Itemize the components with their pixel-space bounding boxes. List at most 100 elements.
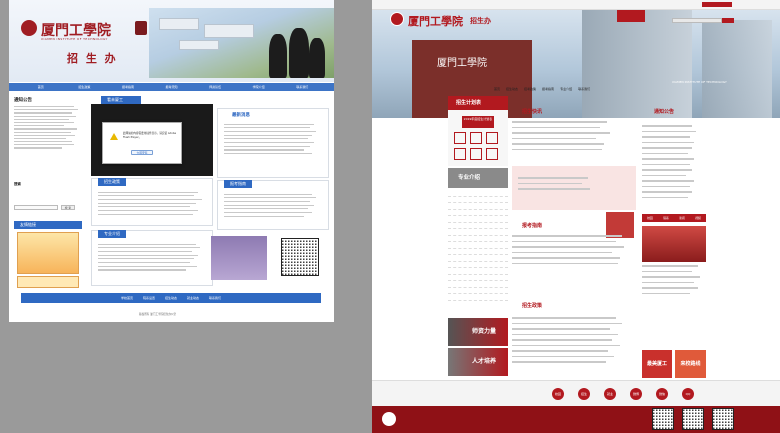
list-item[interactable] (14, 134, 75, 136)
list-item[interactable] (224, 141, 314, 144)
old-promo-banner[interactable] (17, 232, 79, 274)
old-guide-tab[interactable]: 报考指南 (224, 180, 252, 188)
list-item[interactable] (14, 121, 74, 124)
list-item[interactable] (224, 127, 310, 129)
list-item[interactable] (98, 202, 196, 204)
list-item[interactable] (224, 149, 304, 151)
old-nav-item[interactable]: 师资队伍 (193, 83, 237, 91)
old-footer-link[interactable]: 学校首页 (121, 294, 133, 303)
list-item[interactable] (98, 254, 198, 256)
old-footer-link[interactable]: 联系我们 (209, 294, 221, 303)
new-nav-item[interactable]: 联系我们 (576, 86, 592, 93)
list-item[interactable] (642, 275, 706, 281)
new-nav-item[interactable]: 报考指南 (540, 86, 556, 93)
list-item[interactable] (98, 269, 186, 271)
list-item[interactable] (512, 256, 636, 262)
qq-icon[interactable]: QQ (682, 388, 694, 400)
admission-icon[interactable]: 招生 (578, 388, 590, 400)
list-item[interactable] (512, 262, 636, 268)
top-bar-button[interactable] (702, 2, 732, 7)
plan-icon[interactable] (486, 132, 498, 144)
old-policy-tab[interactable]: 招生政策 (98, 178, 126, 186)
plan-icon[interactable] (486, 148, 498, 160)
weibo-icon[interactable]: 微博 (630, 388, 642, 400)
list-item[interactable] (98, 258, 194, 260)
old-footer-link[interactable]: 院系设置 (143, 294, 155, 303)
list-item[interactable] (642, 286, 706, 292)
list-item[interactable] (14, 109, 78, 111)
list-item[interactable] (14, 128, 77, 130)
list-item[interactable] (14, 131, 71, 133)
old-nav-item[interactable]: 报考指南 (106, 83, 150, 91)
list-item[interactable] (224, 197, 316, 199)
list-item[interactable] (14, 118, 69, 120)
list-item[interactable] (642, 264, 706, 270)
list-item[interactable] (98, 191, 198, 193)
faculty-card[interactable]: 师资力量 (448, 318, 508, 346)
promo-card-route[interactable]: 来校路线 (675, 350, 706, 378)
old-major-tab[interactable]: 专业介绍 (98, 230, 126, 238)
list-item[interactable] (224, 204, 314, 206)
list-item[interactable] (224, 211, 312, 214)
plan-icon[interactable] (470, 148, 482, 160)
list-item[interactable] (518, 187, 628, 193)
list-item[interactable] (224, 208, 308, 210)
employment-icon[interactable]: 就业 (604, 388, 616, 400)
list-item[interactable] (224, 193, 312, 195)
right-tab[interactable]: 校园 (642, 214, 658, 222)
list-item[interactable] (224, 200, 310, 203)
list-item[interactable] (14, 112, 72, 114)
old-search-button[interactable]: 搜 索 (61, 205, 75, 210)
list-item[interactable] (224, 134, 312, 136)
list-item[interactable] (98, 250, 192, 253)
promo-card-campus[interactable]: 最美厦工 (642, 350, 672, 378)
old-nav-item[interactable]: 招生政策 (63, 83, 107, 91)
new-nav-item[interactable]: 招生动态 (504, 86, 520, 93)
list-item[interactable] (512, 234, 636, 240)
old-campus-tab[interactable]: 看未厦工 (101, 96, 141, 104)
old-nav-item[interactable]: 联系我们 (280, 83, 324, 91)
list-item[interactable] (224, 138, 308, 140)
list-item[interactable] (98, 195, 194, 197)
old-nav-item[interactable]: 首页 (19, 83, 63, 91)
plan-icon[interactable] (470, 132, 482, 144)
list-item[interactable] (98, 209, 198, 212)
list-item[interactable] (224, 215, 304, 217)
list-item[interactable] (14, 141, 72, 143)
list-item[interactable] (224, 123, 314, 125)
list-item[interactable] (14, 115, 76, 117)
old-nav-item[interactable]: 学院介绍 (237, 83, 281, 91)
major-intro-title[interactable]: 专业介绍 (448, 168, 508, 188)
right-tab[interactable]: 院系 (658, 214, 674, 222)
new-nav-item[interactable]: 专业介绍 (558, 86, 574, 93)
list-item[interactable] (98, 247, 200, 249)
list-item[interactable] (224, 130, 316, 133)
new-nav-item[interactable]: 首页 (492, 86, 502, 93)
list-item[interactable] (14, 137, 66, 140)
list-item[interactable] (14, 144, 74, 146)
new-nav-item[interactable]: 招考政策 (522, 86, 538, 93)
list-item[interactable] (512, 148, 632, 154)
list-item[interactable] (512, 360, 636, 366)
old-nav-item[interactable]: 报考须知 (150, 83, 194, 91)
plan-table-title[interactable]: 招生计划表 (448, 96, 508, 110)
old-search-input[interactable] (14, 205, 58, 210)
list-item[interactable] (224, 153, 312, 155)
list-item[interactable] (14, 125, 64, 127)
list-item[interactable] (98, 243, 196, 245)
right-feature-image[interactable] (642, 226, 706, 262)
list-item[interactable] (98, 265, 197, 267)
plan-card[interactable]: 2019年度招生计划表 (462, 116, 494, 128)
wechat-icon[interactable]: 微信 (656, 388, 668, 400)
list-item[interactable] (512, 245, 636, 251)
list-item[interactable] (642, 196, 704, 202)
list-item[interactable] (98, 261, 190, 264)
right-tab[interactable]: 新闻 (674, 214, 690, 222)
list-item[interactable] (14, 147, 62, 149)
right-tab[interactable]: 视频 (690, 214, 706, 222)
old-promo-banner[interactable] (17, 276, 79, 288)
old-footer-link[interactable]: 就业动态 (187, 294, 199, 303)
list-item[interactable] (98, 213, 193, 215)
talent-card[interactable]: 人才培养 (448, 348, 508, 376)
plan-icon[interactable] (454, 132, 466, 144)
